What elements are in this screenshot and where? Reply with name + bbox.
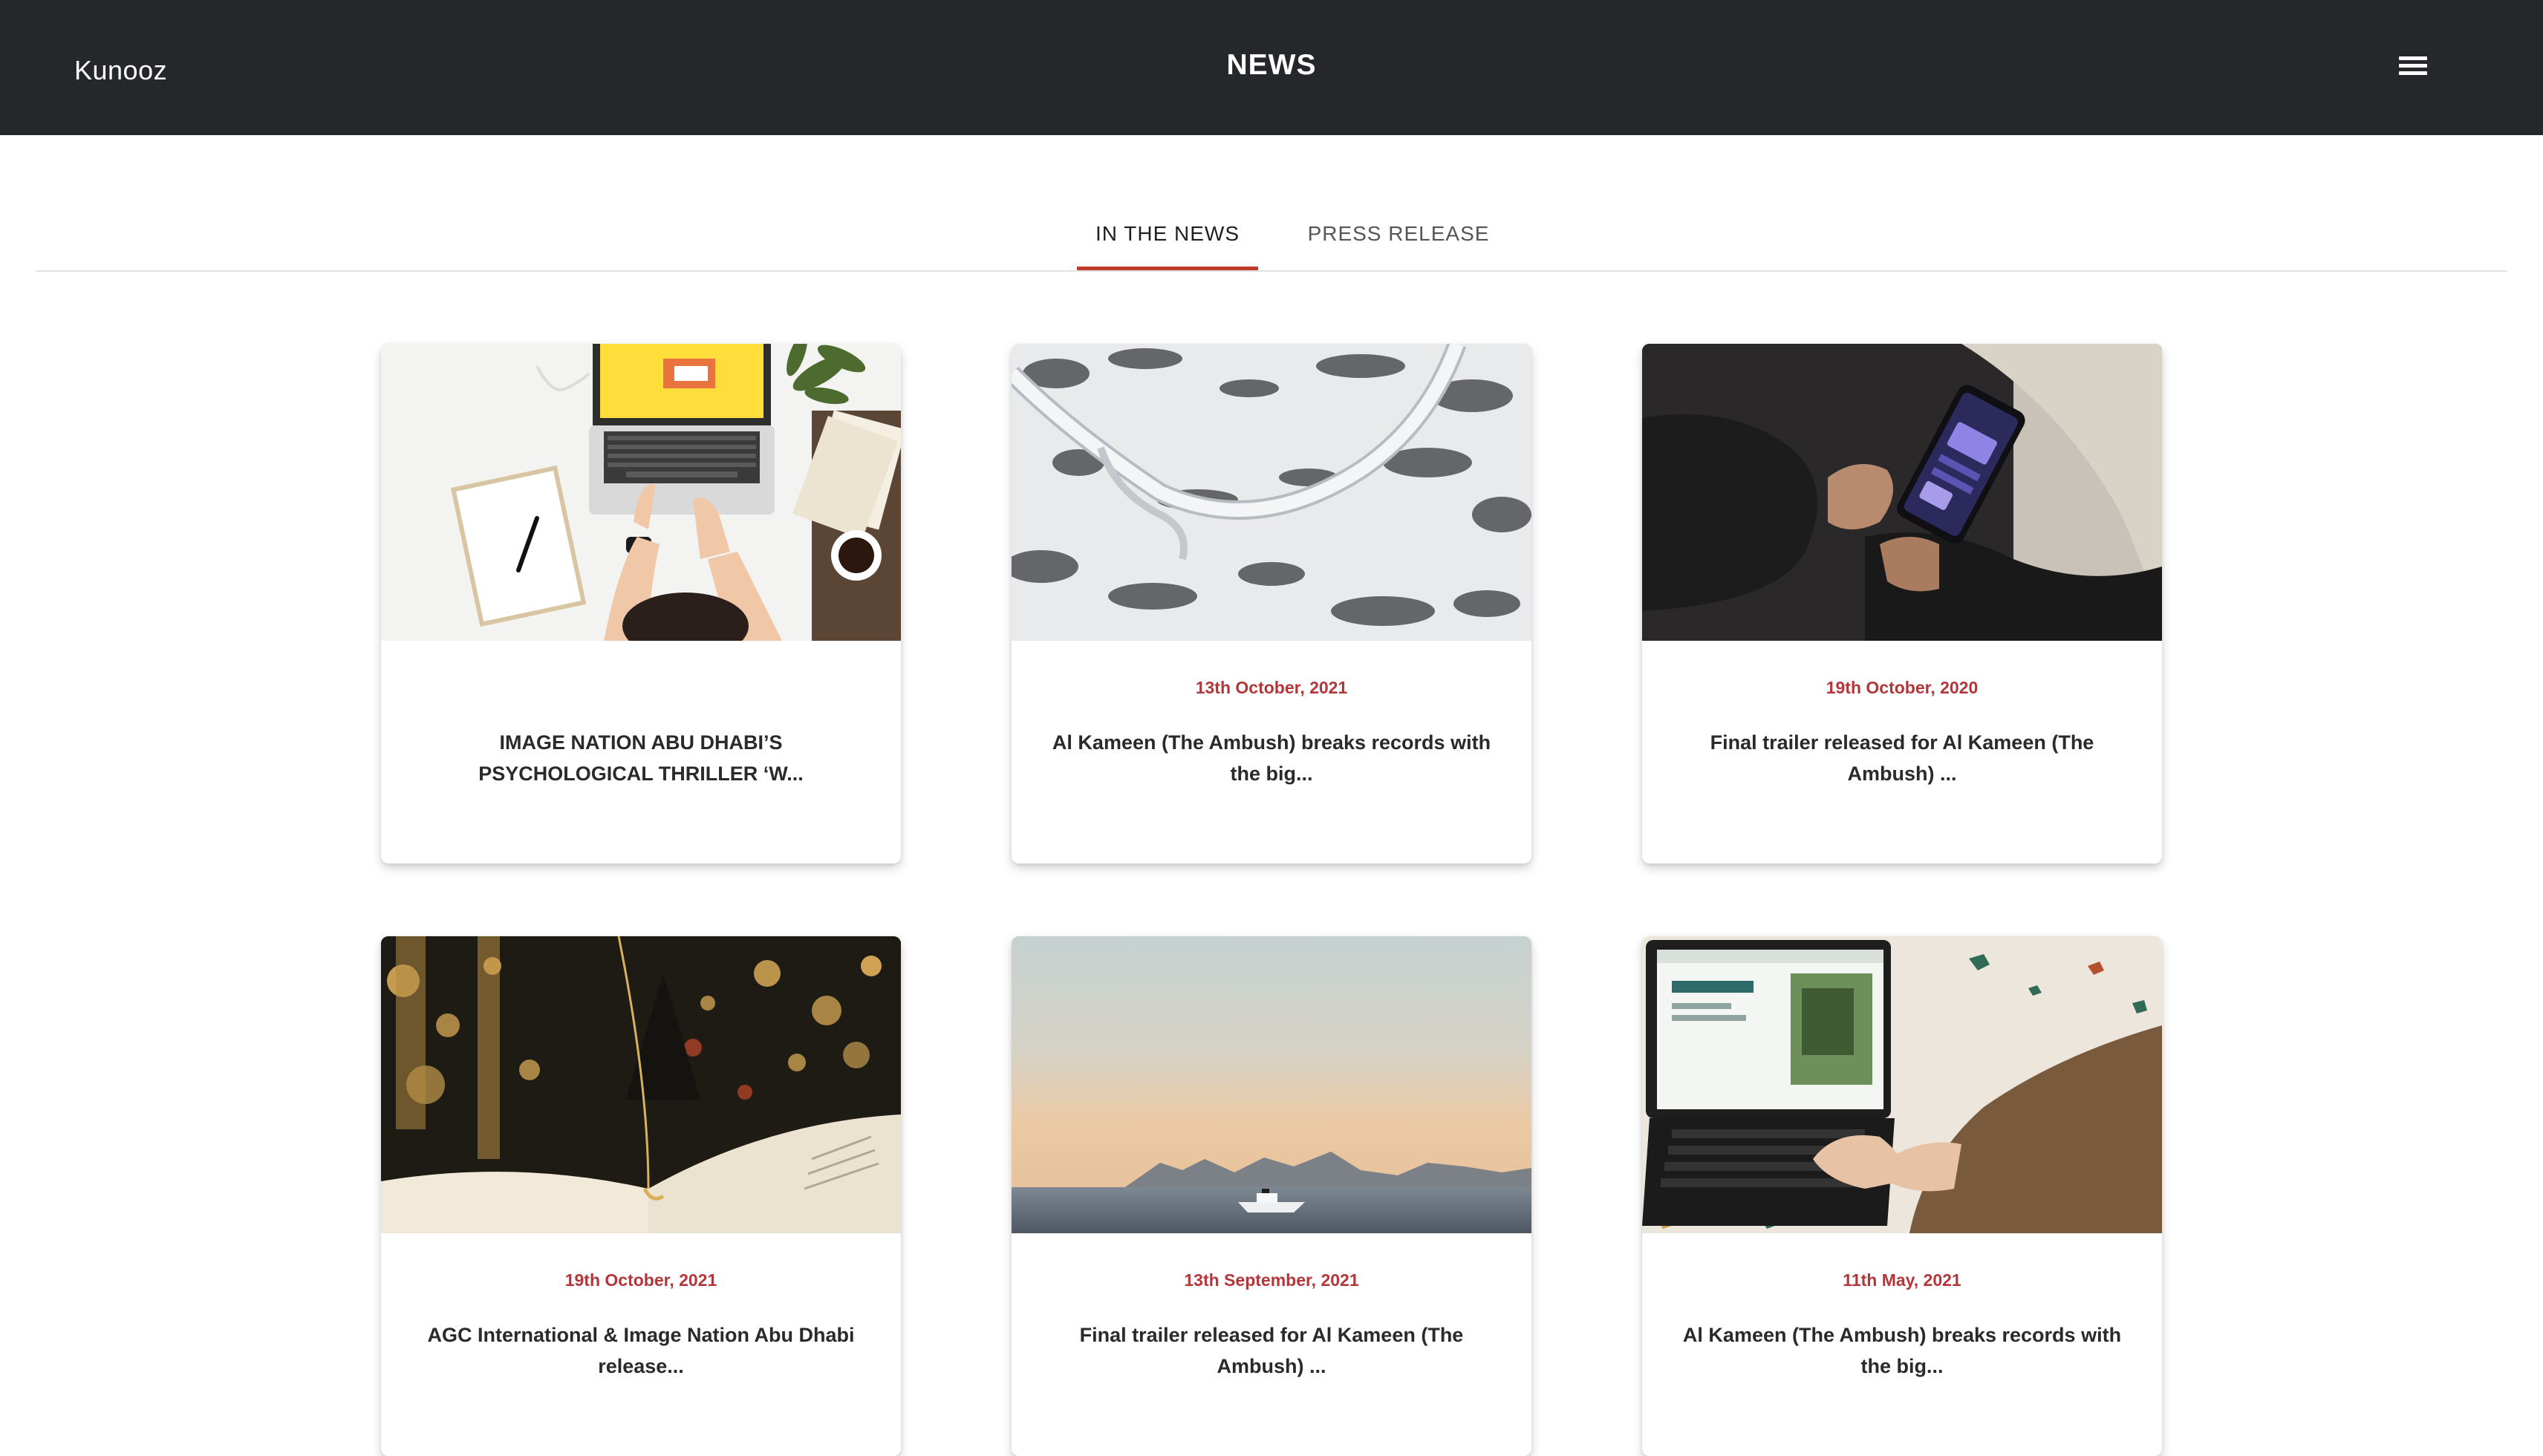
laptop-desk-photo <box>381 344 901 641</box>
news-date: 19th October, 2020 <box>1826 678 1979 697</box>
news-date: 13th September, 2021 <box>1184 1270 1359 1290</box>
news-date: 19th October, 2021 <box>564 1270 717 1290</box>
tab-press-release[interactable]: PRESS RELEASE <box>1276 199 1521 269</box>
hamburger-menu-icon[interactable] <box>2390 49 2436 83</box>
brand-logo[interactable]: Kunooz <box>74 0 167 141</box>
boat-sea-sunset-photo <box>1012 936 1531 1233</box>
news-date: 11th May, 2021 <box>1843 1270 1961 1290</box>
news-headline[interactable]: IMAGE NATION ABU DHABI’S PSYCHOLOGICAL T… <box>411 727 871 789</box>
news-card[interactable]: 11th May, 2021 Al Kameen (The Ambush) br… <box>1642 936 2162 1456</box>
news-headline[interactable]: Final trailer released for Al Kameen (Th… <box>1041 1319 1502 1382</box>
top-app-bar: Kunooz NEWS <box>0 0 2543 135</box>
page-title: NEWS <box>1226 49 1317 81</box>
news-card[interactable]: IMAGE NATION ABU DHABI’S PSYCHOLOGICAL T… <box>381 344 901 864</box>
news-headline[interactable]: Al Kameen (The Ambush) breaks records wi… <box>1672 1319 2132 1382</box>
necklace-book-bokeh-photo <box>381 936 901 1233</box>
news-card[interactable]: 13th September, 2021 Final trailer relea… <box>1012 936 1531 1456</box>
news-headline[interactable]: Al Kameen (The Ambush) breaks records wi… <box>1041 727 1502 789</box>
news-tabs: IN THE NEWS PRESS RELEASE <box>36 199 2507 272</box>
news-card[interactable]: 19th October, 2020 Final trailer release… <box>1642 344 2162 864</box>
news-date: 13th October, 2021 <box>1195 678 1348 697</box>
phone-in-hands-photo <box>1642 344 2162 641</box>
tablet-keyboard-photo <box>1642 936 2162 1233</box>
news-headline[interactable]: Final trailer released for Al Kameen (Th… <box>1672 727 2132 789</box>
news-headline[interactable]: AGC International & Image Nation Abu Dha… <box>411 1319 871 1382</box>
snowy-road-aerial-photo <box>1012 344 1531 641</box>
news-card[interactable]: 13th October, 2021 Al Kameen (The Ambush… <box>1012 344 1531 864</box>
tab-in-the-news[interactable]: IN THE NEWS <box>1077 199 1258 270</box>
news-card[interactable]: 19th October, 2021 AGC International & I… <box>381 936 901 1456</box>
